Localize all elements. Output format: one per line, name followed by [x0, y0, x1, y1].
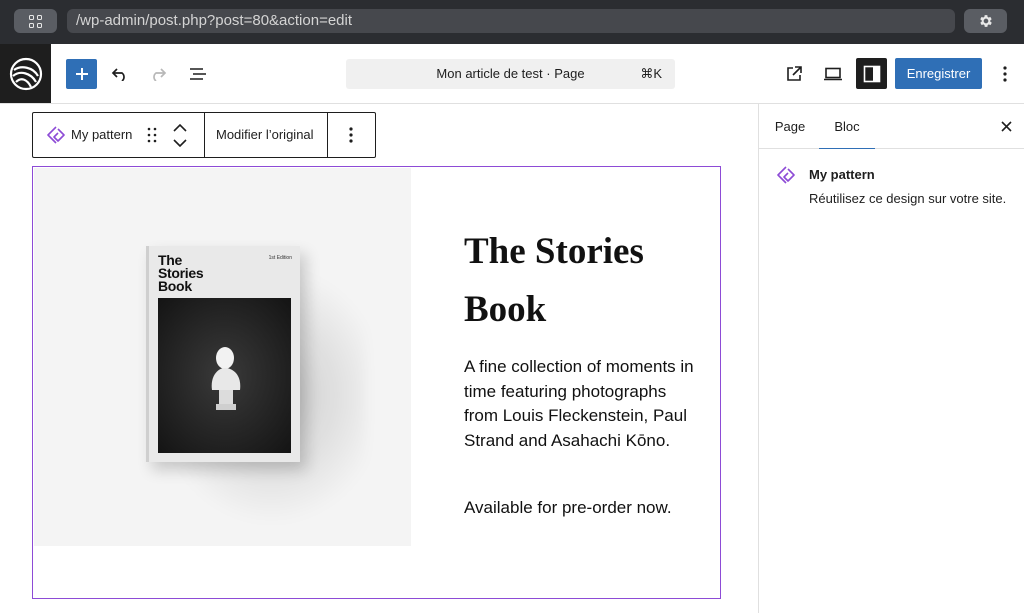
site-logo-icon	[9, 57, 42, 90]
edit-original-button[interactable]: Modifier l’original	[205, 113, 327, 157]
book-cover-edition: 1st Edition	[268, 255, 292, 261]
synced-pattern-icon	[47, 126, 65, 144]
settings-sidebar-toggle[interactable]	[856, 58, 887, 89]
tab-page[interactable]: Page	[771, 104, 809, 149]
book-cover-title: The Stories Book	[158, 252, 204, 294]
block-toolbar: My pattern Modifier l’original	[32, 112, 376, 158]
site-logo[interactable]	[0, 44, 51, 103]
block-options-button[interactable]	[328, 113, 375, 157]
book-cover-photo	[158, 298, 291, 453]
document-title: Mon article de test · Page	[436, 66, 585, 81]
device-preview-button[interactable]	[818, 59, 848, 89]
redo-icon	[153, 68, 167, 81]
tabs-grid-icon	[29, 14, 42, 28]
chevron-up-icon	[173, 124, 187, 132]
sidebar-toggle-icon	[863, 65, 880, 82]
move-down-button[interactable]	[171, 135, 191, 157]
device-preview-icon	[824, 67, 842, 81]
more-vertical-icon	[1003, 66, 1007, 82]
settings-sidebar: Page Bloc My pattern Réutilisez ce desig…	[758, 104, 1024, 613]
synced-pattern-block[interactable]: The Stories Book 1st Edition The Stories…	[32, 166, 721, 599]
pattern-paragraph[interactable]: A fine collection of moments in time fea…	[464, 355, 694, 453]
undo-icon	[111, 68, 125, 81]
book-image[interactable]: The Stories Book 1st Edition	[34, 168, 411, 546]
move-up-button[interactable]	[171, 113, 191, 135]
block-card-title: My pattern	[809, 167, 875, 182]
close-icon	[1000, 120, 1012, 132]
address-bar[interactable]: /wp-admin/post.php?post=80&action=edit	[67, 9, 955, 33]
add-block-button[interactable]	[66, 59, 97, 89]
block-card-description: Réutilisez ce design sur votre site.	[809, 191, 1007, 206]
block-name: My pattern	[71, 127, 133, 142]
undo-button[interactable]	[105, 59, 135, 89]
drag-handle-icon	[147, 127, 157, 143]
gear-icon	[979, 15, 992, 27]
document-overview-icon	[190, 68, 206, 80]
external-link-icon	[787, 66, 802, 81]
book-cover: The Stories Book 1st Edition	[146, 246, 300, 462]
close-sidebar-button[interactable]	[991, 111, 1021, 141]
chevron-down-icon	[173, 139, 187, 147]
editor-canvas: My pattern Modifier l’original The Stori…	[0, 104, 758, 613]
pattern-paragraph[interactable]: Available for pre-order now.	[464, 496, 694, 521]
document-title-bar[interactable]: Mon article de test · Page ⌘K	[346, 59, 675, 89]
document-overview-button[interactable]	[183, 59, 213, 89]
edit-original-label: Modifier l’original	[216, 127, 314, 142]
options-button[interactable]	[990, 59, 1020, 89]
save-button[interactable]: Enregistrer	[895, 58, 982, 89]
pattern-heading[interactable]: The Stories Book	[464, 223, 704, 339]
synced-pattern-icon	[777, 166, 795, 184]
plus-icon	[75, 68, 88, 80]
command-shortcut: ⌘K	[640, 66, 662, 81]
drag-handle[interactable]	[143, 113, 161, 157]
editor-header: Mon article de test · Page ⌘K Enregistre…	[0, 44, 1024, 104]
sidebar-tabs: Page Bloc	[759, 104, 1024, 149]
more-vertical-icon	[349, 127, 353, 143]
bust-illustration	[158, 298, 291, 453]
tabs-overview-button[interactable]	[14, 9, 57, 33]
tab-block[interactable]: Bloc	[819, 104, 875, 149]
redo-button[interactable]	[143, 59, 173, 89]
browser-settings-button[interactable]	[964, 9, 1007, 33]
view-post-button[interactable]	[779, 59, 809, 89]
browser-toolbar: /wp-admin/post.php?post=80&action=edit	[0, 0, 1024, 44]
